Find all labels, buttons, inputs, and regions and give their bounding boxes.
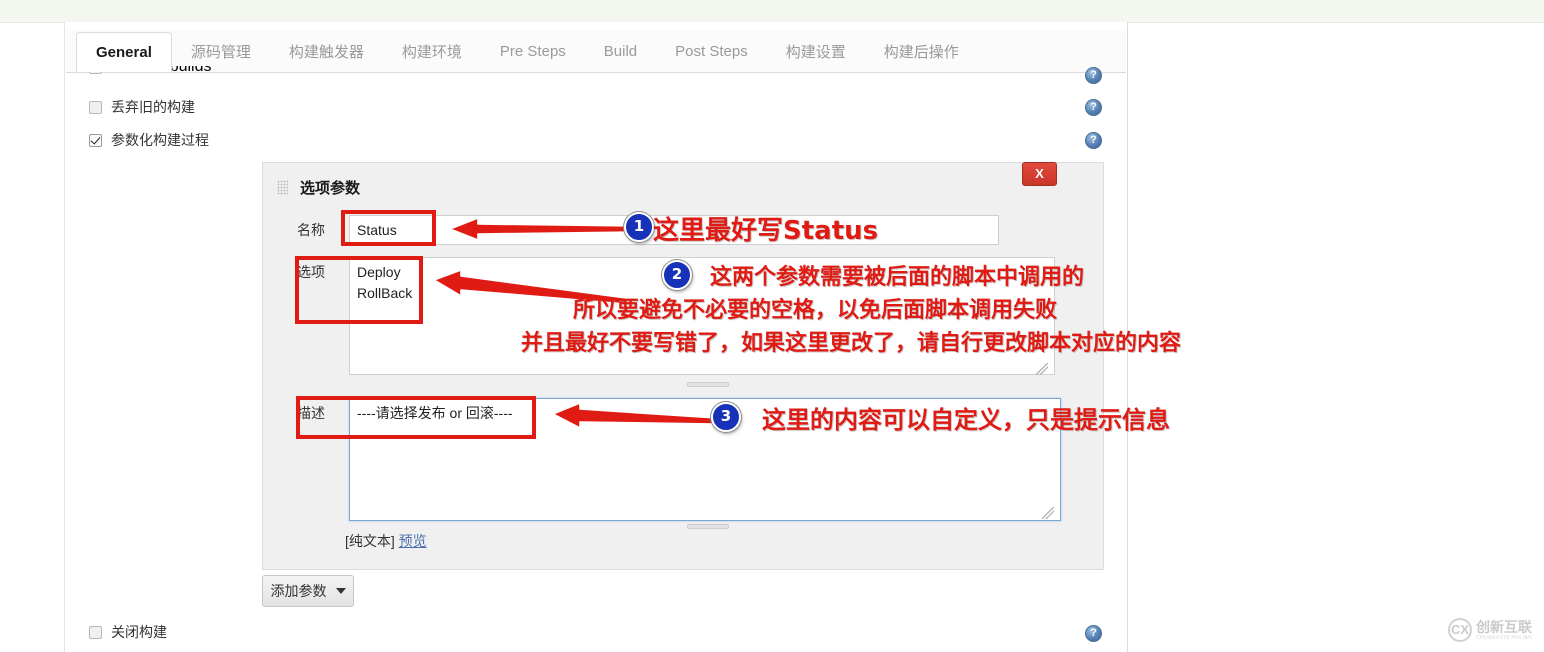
tab-label: Post Steps (675, 42, 748, 60)
parameter-description-textarea[interactable] (349, 398, 1061, 521)
tab-label: 构建后操作 (883, 43, 959, 61)
panel-header: 选项参数 (277, 177, 360, 198)
markup-type-label: [纯文本] (345, 533, 395, 549)
description-drag-splitter[interactable] (687, 524, 729, 529)
browser-top-strip (0, 0, 1544, 23)
parameterized-build-checkbox[interactable] (89, 133, 102, 147)
preview-link[interactable]: 预览 (399, 533, 427, 549)
tab-label: 构建环境 (401, 43, 462, 61)
description-field-label: 描述 (297, 405, 325, 421)
checkbox-row-disable-build[interactable]: 关闭构建 (89, 625, 167, 639)
markup-formatter-line: [纯文本] 预览 (345, 531, 427, 551)
field-row-description: 描述 (297, 398, 1061, 521)
checkbox-row-discard-old-builds[interactable]: 丢弃旧的构建 (89, 100, 195, 114)
options-drag-splitter[interactable] (687, 382, 729, 387)
checkbox-row-parameterized-build[interactable]: 参数化构建过程 (89, 133, 209, 147)
content-right-border (1127, 22, 1128, 652)
tab-build-settings[interactable]: 构建设置 (767, 30, 865, 72)
help-icon-throttle-builds[interactable]: ? (1085, 67, 1102, 84)
watermark: CX 创新互联 CHUANGXIN HULIAN (1448, 614, 1538, 646)
tab-label: 源码管理 (190, 43, 251, 61)
tab-pre-steps[interactable]: Pre Steps (481, 30, 585, 72)
discard-old-builds-label: 丢弃旧的构建 (111, 99, 195, 115)
discard-old-builds-checkbox[interactable] (89, 100, 102, 114)
option-parameter-panel: 选项参数 名称 选项 描述 [纯文本] 预览 (262, 162, 1104, 570)
panel-title: 选项参数 (300, 180, 361, 197)
tab-label: General (96, 43, 152, 61)
disable-build-checkbox[interactable] (89, 625, 102, 639)
tab-label: 构建触发器 (288, 43, 364, 61)
watermark-logo-icon: CX (1448, 618, 1472, 642)
help-icon-discard-old-builds[interactable]: ? (1085, 99, 1102, 116)
page-root: General 源码管理 构建触发器 构建环境 Pre Steps Build … (0, 0, 1544, 652)
field-row-name: 名称 (297, 215, 999, 245)
disable-build-label: 关闭构建 (111, 624, 167, 640)
add-parameter-label: 添加参数 (270, 583, 327, 599)
add-parameter-button[interactable]: 添加参数 (262, 575, 354, 607)
watermark-text: 创新互联 CHUANGXIN HULIAN (1476, 620, 1532, 641)
chevron-down-icon (335, 588, 346, 594)
parameter-options-textarea[interactable] (349, 257, 1055, 375)
tab-label: Build (603, 42, 638, 60)
tab-build[interactable]: Build (585, 30, 656, 72)
help-icon-disable-build[interactable]: ? (1085, 625, 1102, 642)
parameter-name-input[interactable] (349, 215, 999, 245)
drag-handle-icon[interactable] (277, 180, 288, 195)
name-field-label: 名称 (297, 222, 325, 238)
close-parameter-button[interactable]: X (1022, 162, 1057, 186)
tab-post-steps[interactable]: Post Steps (656, 30, 767, 72)
tab-post-build-actions[interactable]: 构建后操作 (865, 30, 978, 72)
field-row-options: 选项 (297, 257, 1055, 375)
tab-label: 构建设置 (785, 43, 846, 61)
watermark-cn: 创新互联 (1476, 618, 1532, 635)
tab-general[interactable]: General (76, 32, 172, 72)
tab-label: Pre Steps (499, 42, 566, 60)
watermark-en: CHUANGXIN HULIAN (1476, 634, 1533, 641)
tab-build-environment[interactable]: 构建环境 (383, 30, 481, 72)
parameterized-build-label: 参数化构建过程 (111, 132, 209, 148)
help-icon-parameterized-build[interactable]: ? (1085, 132, 1102, 149)
options-field-label: 选项 (297, 264, 325, 280)
